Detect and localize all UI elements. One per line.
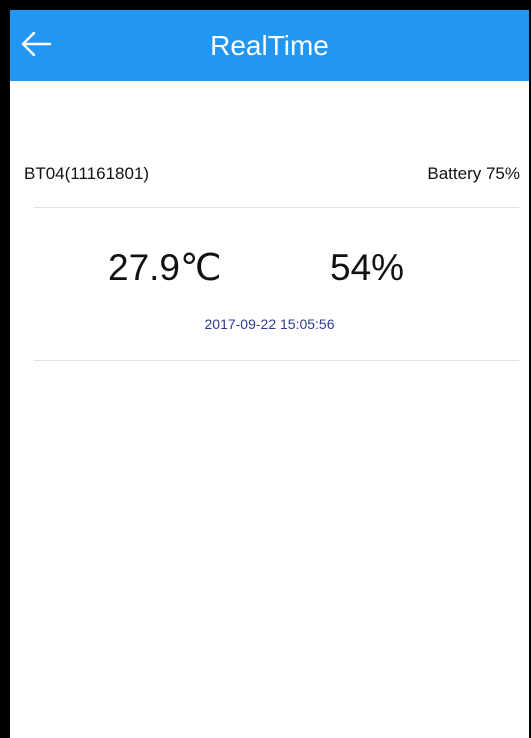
page-title: RealTime bbox=[210, 30, 329, 61]
device-name: BT04(11161801) bbox=[24, 164, 150, 183]
divider bbox=[34, 360, 519, 361]
device-row[interactable]: BT04(11161801) Battery 75% bbox=[10, 152, 529, 192]
screen: RealTime BT04(11161801) Battery 75% 27.9… bbox=[0, 0, 531, 738]
humidity-reading: 54% bbox=[330, 247, 405, 288]
divider bbox=[34, 207, 519, 208]
reading-timestamp: 2017-09-22 15:05:56 bbox=[204, 316, 335, 332]
app-bar: RealTime bbox=[10, 10, 529, 81]
battery-status: Battery 75% bbox=[427, 164, 520, 183]
temperature-reading: 27.9℃ bbox=[108, 247, 222, 288]
